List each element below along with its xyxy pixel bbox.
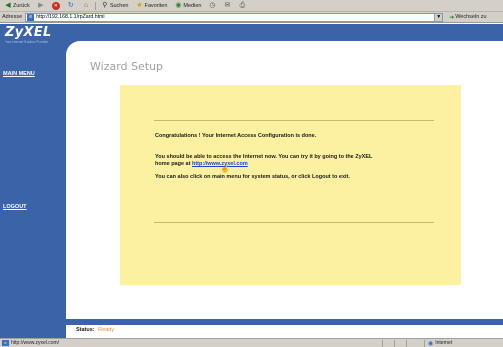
statusbar-cell [394,339,406,347]
refresh-icon: ↻ [67,1,74,9]
divider-bottom [154,222,434,223]
ie-icon: e [2,340,9,346]
back-button[interactable]: ◀ Zurück [2,1,32,11]
go-arrow-icon: ➔ [449,14,455,21]
divider-top [154,120,434,121]
statusbar-cell [382,339,394,347]
mail-button[interactable]: ✉ [221,1,233,11]
page-icon: e [27,13,35,21]
print-button[interactable]: ⎙ [236,1,248,11]
message-line-4: You can also click on main menu for syst… [155,174,350,180]
go-button[interactable]: ➔ Wechseln zu [449,14,486,21]
statusbar-url: e http://www.zyxel.com/ [2,340,382,346]
go-label: Wechseln zu [455,14,487,20]
chevron-down-icon[interactable]: ▼ [434,13,443,21]
search-icon: ⚲ [102,1,108,9]
history-icon: ◷ [209,1,216,9]
stop-button[interactable]: ✕ [50,1,62,11]
hand-cursor-icon: ☝ [220,164,230,173]
globe-icon: ◉ [428,340,434,347]
print-icon: ⎙ [239,1,246,9]
status-label: Status: [76,327,95,333]
toolbar-separator [94,1,96,10]
brand-logo: ZyXEL [5,25,52,40]
history-button[interactable]: ◷ [206,1,218,11]
page-status: Status: Ready [76,327,114,333]
media-button[interactable]: ◉ Medien [172,1,203,11]
status-value: Ready [98,327,115,333]
favorites-label: Favoriten [144,2,168,9]
search-button[interactable]: ⚲ Suchen [99,1,131,11]
media-label: Medien [183,2,202,9]
back-label: Zurück [13,2,30,9]
stop-icon: ✕ [51,1,60,10]
statusbar-url-text: http://www.zyxel.com/ [11,340,60,346]
message-line-3-prefix: home page at [155,161,191,167]
main-menu-link[interactable]: MAIN MENU [3,71,35,77]
home-icon: ⌂ [83,1,88,9]
forward-arrow-icon: ▶ [38,1,44,9]
message-line-3: home page at http://www.zyxel.com [155,161,248,167]
statusbar-zone-text: Internet [435,340,453,346]
home-button[interactable]: ⌂ [80,1,92,11]
address-input[interactable]: e http://192.168.1.1/rpZard.html ▼ [25,12,444,22]
address-label: Adresse [2,14,23,20]
brand-tagline: Your Internet Solution Provider [5,40,49,44]
search-label: Suchen [109,2,129,9]
browser-toolbar: ◀ Zurück ▶ ✕ ↻ ⌂ ⚲ Suchen ★ Favoriten ◉ … [0,0,503,12]
message-panel: Congratulations ! Your Internet Access C… [120,85,461,285]
refresh-button[interactable]: ↻ [65,1,77,11]
favorites-button[interactable]: ★ Favoriten [133,1,169,11]
back-arrow-icon: ◀ [5,1,11,9]
message-line-1: Congratulations ! Your Internet Access C… [155,133,317,139]
browser-window: ◀ Zurück ▶ ✕ ↻ ⌂ ⚲ Suchen ★ Favoriten ◉ … [0,0,503,347]
forward-button[interactable]: ▶ [35,1,47,11]
media-icon: ◉ [175,1,182,9]
address-bar: Adresse e http://192.168.1.1/rpZard.html… [0,12,503,23]
mail-icon: ✉ [224,1,231,9]
statusbar-cell [406,339,418,347]
address-url: http://192.168.1.1/rpZard.html [36,14,105,20]
message-line-2: You should be able to access the Interne… [155,154,373,160]
browser-statusbar: e http://www.zyxel.com/ ◉ Internet [0,338,503,347]
logout-link[interactable]: LOGOUT [3,204,27,210]
favorites-star-icon: ★ [136,1,143,9]
web-page: ZyXEL Your Internet Solution Provider MA… [0,24,503,338]
statusbar-zone: ◉ Internet [424,339,453,347]
page-title: Wizard Setup [90,60,164,73]
